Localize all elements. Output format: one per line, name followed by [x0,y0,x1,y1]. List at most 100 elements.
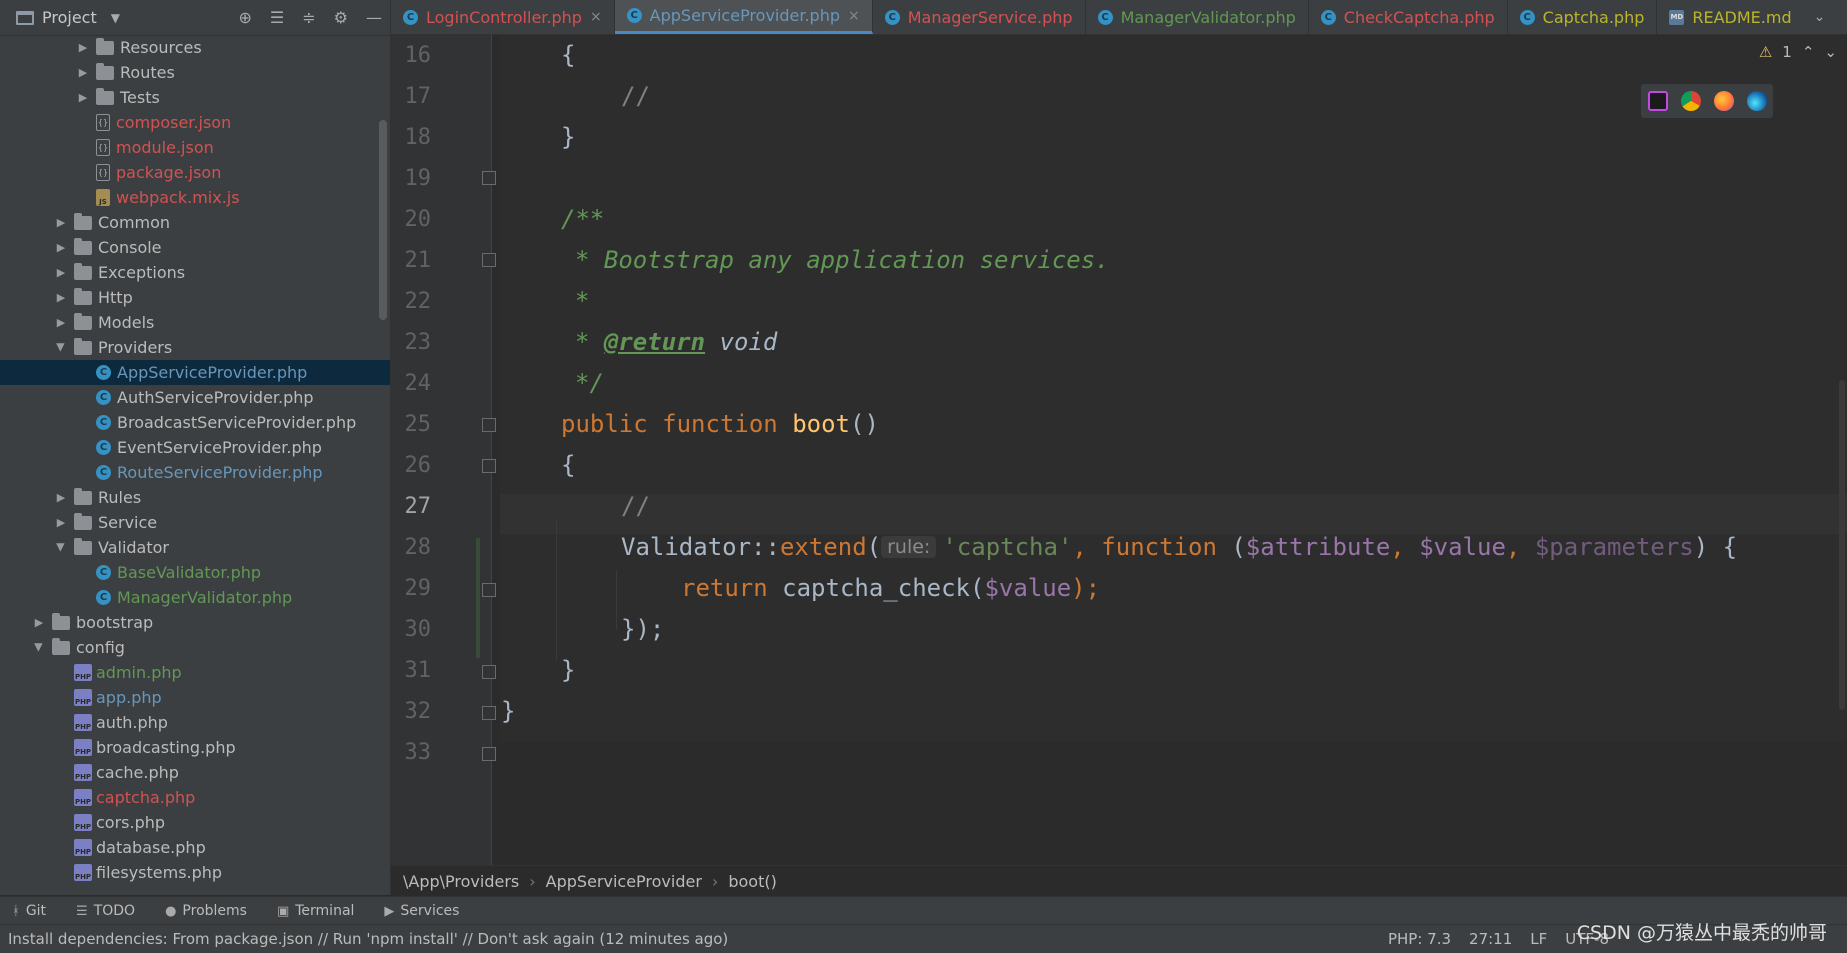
tree-item[interactable]: ▶ Exceptions [0,260,390,285]
line-number[interactable]: 30 [391,617,432,642]
line-number[interactable]: 18 [391,125,432,150]
editor-tab[interactable]: MD README.md [1657,0,1805,34]
minimize-icon[interactable]: — [366,8,382,27]
phpstorm-icon[interactable] [1647,91,1668,111]
line-number[interactable]: 24 [391,371,432,396]
chevron-right-icon[interactable]: ▶ [54,516,68,529]
breadcrumb-namespace[interactable]: \App\Providers [403,872,519,891]
chevron-right-icon[interactable]: ▶ [32,616,46,629]
collapse-all-icon[interactable]: ≑ [302,8,315,27]
tree-item[interactable]: ▶ bootstrap [0,610,390,635]
line-number[interactable]: 20 [391,207,432,232]
line-number[interactable]: 32 [391,699,432,724]
tree-item[interactable]: PHP auth.php [0,710,390,735]
editor-tab[interactable]: C ManagerService.php [873,0,1086,34]
tool-window-problems[interactable]: ● Problems [165,903,247,919]
breadcrumb-method[interactable]: boot() [728,872,777,891]
tree-item[interactable]: PHP cache.php [0,760,390,785]
tree-item[interactable]: {} module.json [0,135,390,160]
chevron-right-icon[interactable]: ▶ [54,291,68,304]
tool-window-terminal[interactable]: ▣ Terminal [277,903,354,919]
close-icon[interactable]: × [590,9,602,25]
line-number[interactable]: 23 [391,330,432,355]
chevron-right-icon[interactable]: ▶ [76,41,90,54]
chevron-right-icon[interactable]: ▶ [54,316,68,329]
editor-tab[interactable]: C AppServiceProvider.php × [614,0,873,34]
chevron-down-icon[interactable]: ▶ [55,341,68,355]
status-message[interactable]: Install dependencies: From package.json … [8,930,728,948]
expand-all-icon[interactable]: ☰ [270,8,284,27]
tree-item[interactable]: ▶ config [0,635,390,660]
line-separator[interactable]: LF [1530,930,1547,948]
tree-item[interactable]: ▶ Routes [0,60,390,85]
tree-item[interactable]: ▶ Common [0,210,390,235]
tree-item[interactable]: {} composer.json [0,110,390,135]
chevron-right-icon[interactable]: ▶ [54,216,68,229]
line-number[interactable]: 33 [391,740,432,765]
tree-item[interactable]: PHP app.php [0,685,390,710]
inspection-widget[interactable]: ⚠ 1 ⌃ ⌄ [1759,43,1837,61]
chevron-down-icon[interactable]: ⌄ [1824,43,1837,61]
editor-tab[interactable]: C CheckCaptcha.php [1309,0,1508,34]
project-title[interactable]: Project [42,8,97,27]
tree-item[interactable]: PHP broadcasting.php [0,735,390,760]
chevron-down-icon[interactable]: ▶ [55,541,68,555]
php-version[interactable]: PHP: 7.3 [1388,930,1451,948]
chevron-down-icon[interactable]: ▶ [33,641,46,655]
tree-item[interactable]: C AuthServiceProvider.php [0,385,390,410]
tree-item[interactable]: C EventServiceProvider.php [0,435,390,460]
chevron-down-icon[interactable]: ▼ [111,11,120,25]
editor-tab[interactable]: C LoginController.php × [391,0,615,34]
tree-item[interactable]: PHP cors.php [0,810,390,835]
line-number[interactable]: 25 [391,412,432,437]
fold-marker[interactable] [482,171,496,185]
chevron-right-icon[interactable]: ▶ [76,66,90,79]
tool-window-git[interactable]: ᚼ Git [12,903,46,919]
editor-tab[interactable]: C ManagerValidator.php [1086,0,1309,34]
tool-window-todo[interactable]: ☰ TODO [76,903,135,919]
tree-item[interactable]: ▶ Providers [0,335,390,360]
firefox-icon[interactable] [1713,91,1734,111]
line-number[interactable]: 17 [391,84,432,109]
tree-item[interactable]: PHP admin.php [0,660,390,685]
chevron-right-icon[interactable]: ▶ [54,266,68,279]
tree-item[interactable]: ▶ Service [0,510,390,535]
tool-window-services[interactable]: ▶ Services [384,903,459,919]
fold-marker[interactable] [482,665,496,679]
tree-item[interactable]: C BroadcastServiceProvider.php [0,410,390,435]
tree-item[interactable]: C BaseValidator.php [0,560,390,585]
target-icon[interactable]: ⊕ [239,8,252,27]
line-number[interactable]: 21 [391,248,432,273]
line-number[interactable]: 29 [391,576,432,601]
line-number[interactable]: 28 [391,535,432,560]
tree-item[interactable]: ▶ Models [0,310,390,335]
fold-marker[interactable] [482,418,496,432]
editor-scrollbar[interactable] [1839,380,1845,710]
tree-item[interactable]: PHP captcha.php [0,785,390,810]
chevron-right-icon[interactable]: ▶ [54,491,68,504]
fold-marker[interactable] [482,253,496,267]
tree-item[interactable]: ▶ Resources [0,35,390,60]
line-number[interactable]: 31 [391,658,432,683]
fold-marker[interactable] [482,583,496,597]
chevron-up-icon[interactable]: ⌃ [1802,43,1815,61]
vcs-change-marker[interactable] [476,538,480,658]
line-number[interactable]: 22 [391,289,432,314]
tree-item[interactable]: ▶ Http [0,285,390,310]
chevron-right-icon[interactable]: ▶ [76,91,90,104]
tree-item[interactable]: {} package.json [0,160,390,185]
tabs-dropdown-icon[interactable]: ⌄ [1792,0,1847,34]
edge-icon[interactable] [1746,91,1767,111]
line-number[interactable]: 27 [391,494,432,519]
line-number[interactable]: 26 [391,453,432,478]
line-number[interactable]: 19 [391,166,432,191]
gear-icon[interactable]: ⚙ [334,8,348,27]
editor-tab[interactable]: C Captcha.php [1508,0,1658,34]
tree-item[interactable]: PHP filesystems.php [0,860,390,885]
breadcrumb-class[interactable]: AppServiceProvider [546,872,702,891]
tree-item[interactable]: ▶ Tests [0,85,390,110]
tree-item[interactable]: C ManagerValidator.php [0,585,390,610]
fold-marker[interactable] [482,747,496,761]
fold-marker[interactable] [482,459,496,473]
tree-item[interactable]: JS webpack.mix.js [0,185,390,210]
